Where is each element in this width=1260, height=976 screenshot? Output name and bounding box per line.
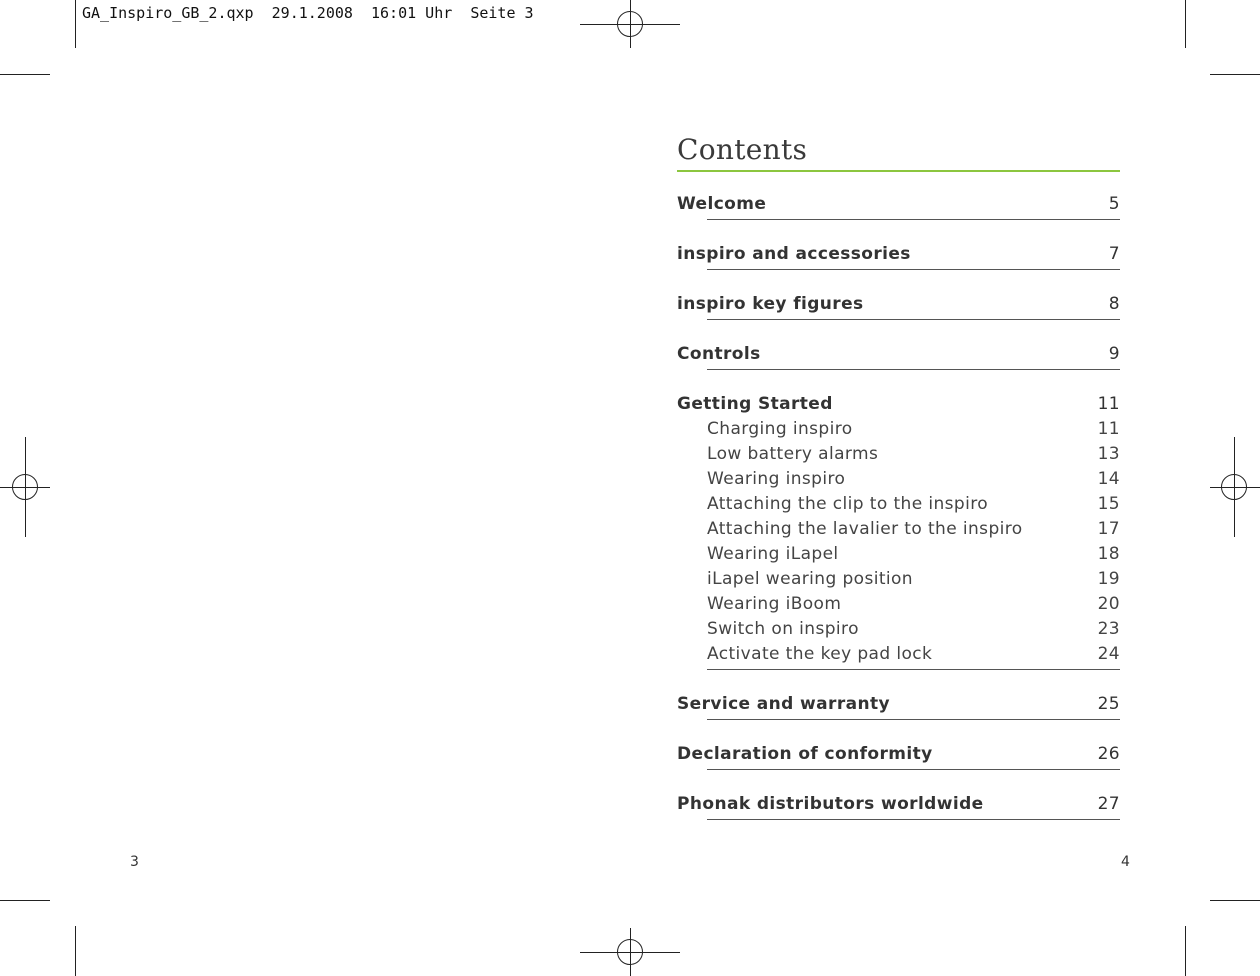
crop-mark [75,0,76,48]
crop-mark [1210,74,1260,75]
page-number-left: 3 [130,854,139,870]
table-of-contents: Welcome 5 inspiro and accessories 7 inspir… [677,192,1120,820]
toc-entry[interactable]: Welcome 5 [677,192,1120,220]
crop-mark [0,900,50,901]
toc-subentry[interactable]: Wearing iBoom 20 [677,592,1120,617]
crop-mark [1185,0,1186,48]
toc-subentry[interactable]: Attaching the clip to the inspiro 15 [677,492,1120,517]
toc-subentry[interactable]: Switch on inspiro 23 [677,617,1120,642]
toc-entry[interactable]: inspiro and accessories 7 [677,242,1120,270]
toc-subentry[interactable]: Low battery alarms 13 [677,442,1120,467]
toc-entry[interactable]: Controls 9 [677,342,1120,370]
toc-entry[interactable]: Phonak distributors worldwide 27 [677,792,1120,820]
page-number-right: 4 [1121,854,1130,870]
toc-subentry[interactable]: Attaching the lavalier to the inspiro 17 [677,517,1120,542]
crop-mark [0,74,50,75]
crop-mark [1210,900,1260,901]
crop-mark [75,926,76,976]
toc-entry[interactable]: Service and warranty 25 [677,692,1120,720]
toc-subentry[interactable]: Wearing inspiro 14 [677,467,1120,492]
crop-mark [1185,926,1186,976]
toc-entry[interactable]: Getting Started 11 [677,392,1120,417]
toc-subentry[interactable]: Wearing iLapel 18 [677,542,1120,567]
toc-subentry[interactable]: iLapel wearing position 19 [677,567,1120,592]
toc-subentry[interactable]: Charging inspiro 11 [677,417,1120,442]
print-slug: GA_Inspiro_GB_2.qxp 29.1.2008 16:01 Uhr … [82,4,534,22]
toc-subentry[interactable]: Activate the key pad lock 24 [677,642,1120,670]
toc-entry[interactable]: inspiro key figures 8 [677,292,1120,320]
contents-title: Contents [677,133,808,166]
toc-entry[interactable]: Declaration of conformity 26 [677,742,1120,770]
title-rule [677,170,1120,172]
